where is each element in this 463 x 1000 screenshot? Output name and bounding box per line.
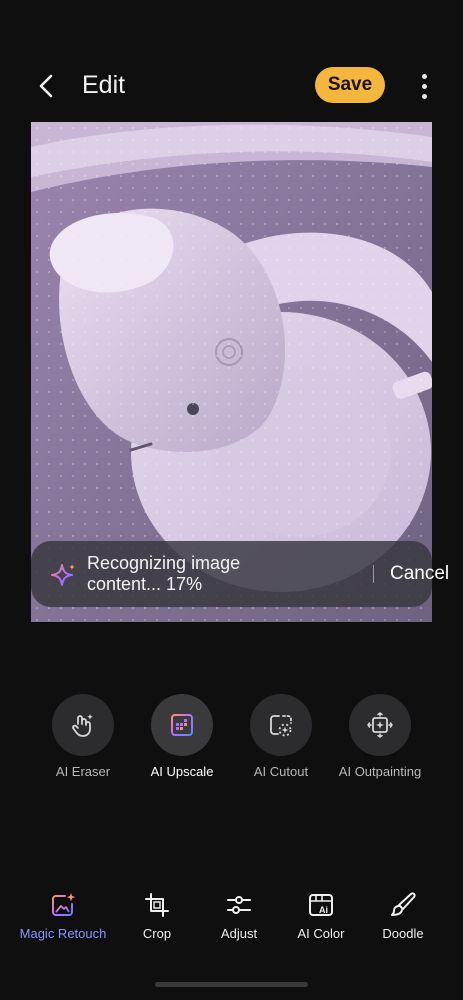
more-dot-icon <box>421 73 427 79</box>
outpainting-icon <box>367 712 393 738</box>
tab-doodle-label: Doodle <box>382 926 424 941</box>
cancel-button[interactable]: Cancel <box>390 563 449 585</box>
adjust-sliders-icon <box>227 896 251 914</box>
sparkle-icon <box>51 564 75 586</box>
tab-doodle[interactable]: Doodle <box>353 888 453 941</box>
upscale-icon <box>171 714 193 736</box>
chevron-left-icon <box>39 74 53 98</box>
top-bar: Edit Save <box>0 60 463 112</box>
ai-upscale-button[interactable]: AI Upscale <box>127 694 237 779</box>
save-button[interactable]: Save <box>315 67 385 103</box>
bottom-toolbar: Magic Retouch Crop Adjust Ai AI Color Do… <box>0 888 463 958</box>
more-dot-icon <box>421 93 427 99</box>
eraser-hand-icon <box>72 714 93 737</box>
ai-eraser-label: AI Eraser <box>55 764 111 779</box>
ai-outpainting-label: AI Outpainting <box>338 764 422 779</box>
ai-upscale-circle <box>151 694 213 756</box>
doodle-brush-icon <box>391 892 416 916</box>
tab-magic-retouch-label: Magic Retouch <box>19 926 107 941</box>
progress-toast: Recognizing image content... 17% Cancel <box>31 541 449 607</box>
cutout-icon <box>270 715 292 737</box>
ai-eraser-button[interactable]: AI Eraser <box>28 694 138 779</box>
ai-tools-row: AI Eraser AI Upscale AI Cutout AI Outpai… <box>0 694 463 784</box>
more-options-button[interactable] <box>414 70 434 102</box>
ai-outpainting-button[interactable]: AI Outpainting <box>325 694 435 779</box>
ai-outpainting-circle <box>349 694 411 756</box>
progress-message: Recognizing image content... 17% <box>87 553 241 594</box>
more-dot-icon <box>421 83 427 89</box>
svg-text:Ai: Ai <box>319 905 328 915</box>
magic-retouch-icon <box>52 893 76 916</box>
divider <box>373 565 374 583</box>
ai-cutout-circle <box>250 694 312 756</box>
page-title: Edit <box>82 71 126 99</box>
ai-color-icon: Ai <box>309 894 333 916</box>
back-button[interactable] <box>30 70 62 102</box>
ai-cutout-button[interactable]: AI Cutout <box>226 694 336 779</box>
ai-eraser-circle <box>52 694 114 756</box>
ai-upscale-label: AI Upscale <box>150 764 214 779</box>
crop-icon <box>145 893 169 917</box>
tab-magic-retouch[interactable]: Magic Retouch <box>13 888 113 941</box>
ai-cutout-label: AI Cutout <box>253 764 309 779</box>
home-indicator[interactable] <box>155 982 308 987</box>
